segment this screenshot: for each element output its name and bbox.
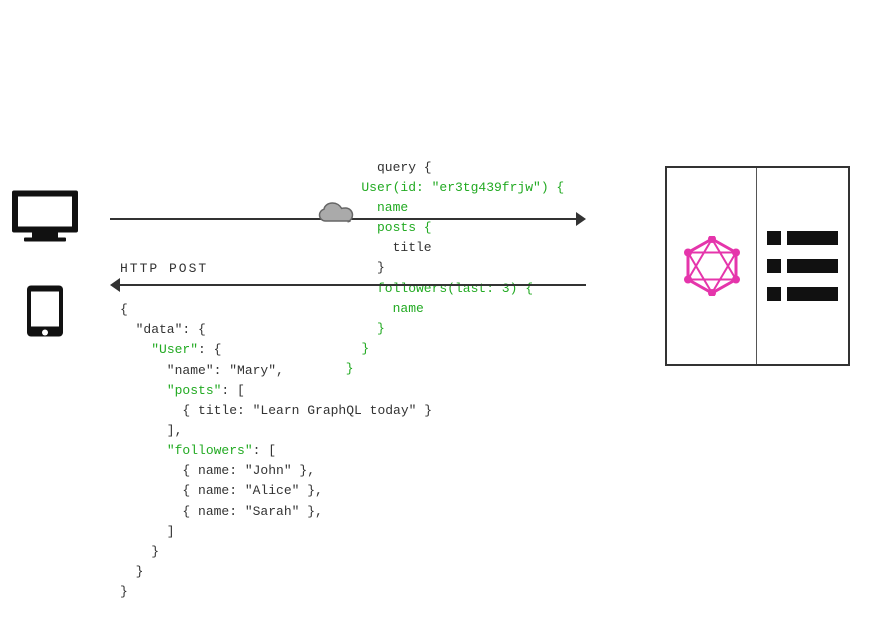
server-box: [665, 166, 850, 366]
mobile-icon: [25, 284, 65, 344]
db-bar-1: [787, 231, 838, 245]
db-square-1: [767, 231, 781, 245]
cloud-icon: [316, 199, 361, 232]
response-code-block: { "data": { "User": { "name": "Mary", "p…: [120, 280, 432, 622]
backward-arrowhead: [110, 278, 120, 292]
db-row-2: [767, 259, 838, 273]
forward-arrow-row: [110, 205, 586, 233]
graphql-server-left: [667, 168, 757, 364]
server-right: [757, 168, 848, 364]
db-bar-2: [787, 259, 838, 273]
db-row-1: [767, 231, 838, 245]
db-square-3: [767, 287, 781, 301]
monitor-icon: [10, 189, 80, 254]
devices-section: [10, 189, 80, 344]
main-container: query { User(id: "er3tg439frjw") { name …: [0, 0, 880, 532]
db-row-3: [767, 287, 838, 301]
forward-arrowhead: [576, 212, 586, 226]
db-bar-3: [787, 287, 838, 301]
graphql-logo: [682, 236, 742, 296]
db-square-2: [767, 259, 781, 273]
